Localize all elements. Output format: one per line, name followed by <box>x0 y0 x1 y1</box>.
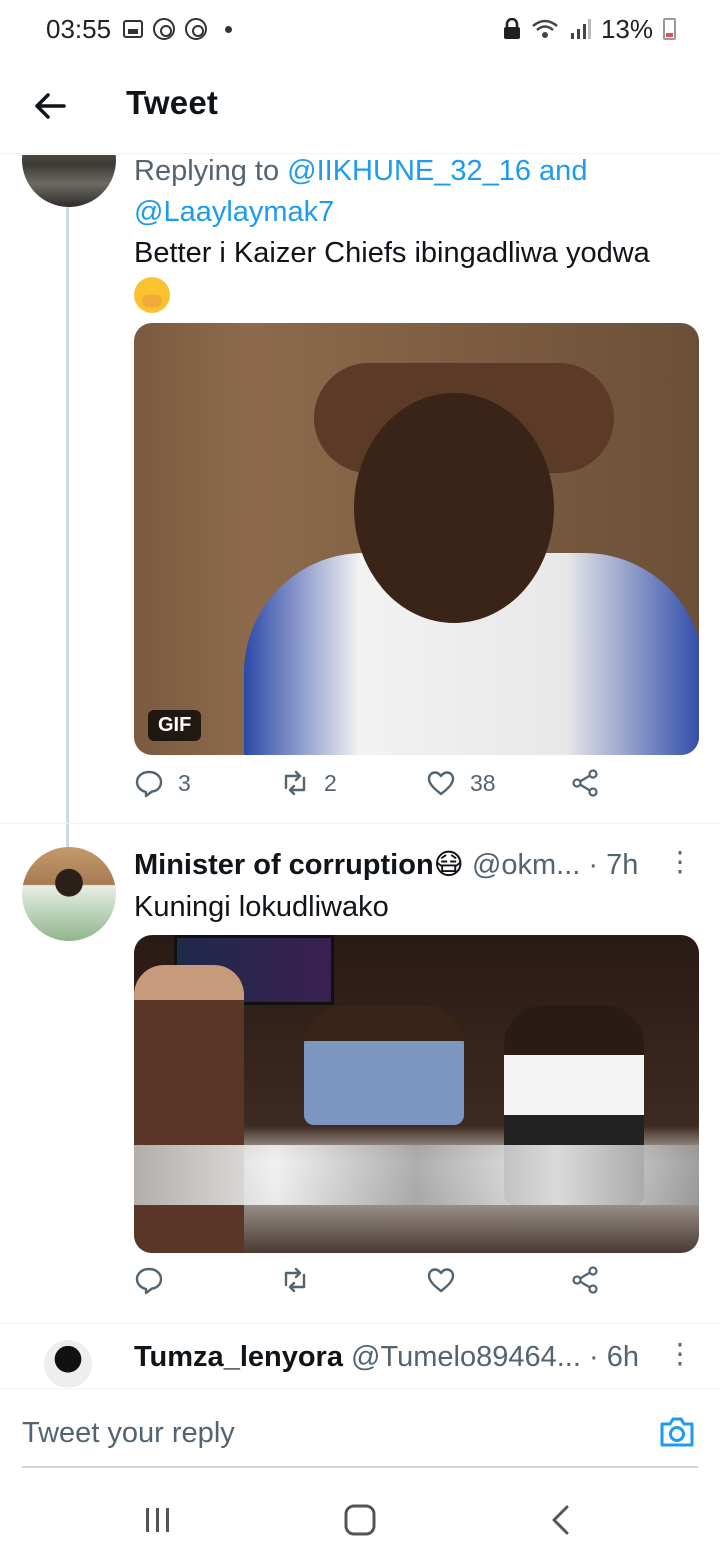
page-title: Tweet <box>126 84 219 121</box>
reply-button[interactable]: 3 <box>134 768 191 798</box>
image-detail <box>134 1145 699 1205</box>
tweet-image[interactable] <box>134 935 699 1253</box>
like-button[interactable] <box>426 1265 470 1295</box>
tweet-actions: 3 2 38 <box>134 768 604 812</box>
reply-input[interactable]: Tweet your reply <box>22 1417 235 1450</box>
avatar[interactable] <box>44 1340 92 1387</box>
system-navigation-bar <box>0 1480 720 1560</box>
divider <box>0 823 720 824</box>
reply-composer[interactable]: Tweet your reply <box>0 1388 720 1468</box>
retweet-icon <box>284 770 306 796</box>
tweet-time: · 7h <box>588 849 639 881</box>
retweet-count: 2 <box>324 769 337 796</box>
tweet-thread[interactable]: Replying to @IIKHUNE_32_16 and @Laaylaym… <box>0 155 720 1387</box>
gif-image-detail <box>354 393 554 623</box>
share-button[interactable] <box>570 768 600 798</box>
divider <box>0 1323 720 1324</box>
tweet-text: Better i Kaizer Chiefs ibingadliwa yodwa <box>134 237 650 269</box>
reply-icon <box>135 770 163 798</box>
reply-icon <box>135 1267 163 1295</box>
chrome-icon <box>185 18 208 40</box>
top-app-bar: Tweet <box>0 58 720 154</box>
reply-count: 3 <box>178 769 191 796</box>
wifi-icon <box>532 19 558 38</box>
status-bar: 03:55 13% <box>0 0 720 58</box>
user-handle[interactable]: @okm... <box>472 849 580 881</box>
share-icon <box>572 769 598 797</box>
battery-text: 13% <box>600 13 653 44</box>
home-icon[interactable] <box>340 1500 380 1540</box>
reply-and-link[interactable]: and <box>531 155 587 187</box>
recent-apps-icon[interactable] <box>138 1500 178 1540</box>
display-name[interactable]: Tumza_lenyora <box>134 1341 343 1373</box>
battery-icon <box>663 18 676 40</box>
status-time: 03:55 <box>46 13 112 44</box>
replying-to: Replying to @IIKHUNE_32_16 and @Laaylaym… <box>134 155 694 233</box>
status-left-icons <box>123 18 233 40</box>
heart-icon <box>427 1268 455 1293</box>
more-options-icon[interactable]: ⋮ <box>666 1337 694 1370</box>
nav-back-icon[interactable] <box>542 1500 582 1540</box>
share-button[interactable] <box>570 1265 600 1295</box>
signal-icon <box>570 19 591 39</box>
thread-connector-line <box>66 207 69 897</box>
image-detail <box>304 1005 464 1125</box>
replying-to-label: Replying to <box>134 155 288 187</box>
share-icon <box>572 1266 598 1294</box>
retweet-button[interactable] <box>280 1265 324 1295</box>
face-with-hand-over-mouth-icon <box>134 277 170 313</box>
tweet-time: · 6h <box>589 1341 639 1373</box>
reply-button[interactable] <box>134 1265 178 1295</box>
retweet-icon <box>284 1267 306 1293</box>
camera-icon[interactable] <box>658 1415 696 1449</box>
avatar[interactable] <box>22 847 116 941</box>
lock-icon <box>503 18 520 39</box>
heart-icon <box>427 771 455 796</box>
tweet-text: Kuningi lokudliwako <box>134 891 389 923</box>
gif-badge: GIF <box>148 710 202 741</box>
avatar[interactable] <box>22 155 116 207</box>
reply-mention-link[interactable]: @Laaylaymak7 <box>134 196 334 228</box>
dot-icon <box>225 25 233 33</box>
display-name[interactable]: Minister of corruption😷 <box>134 849 464 881</box>
chrome-icon <box>153 18 176 40</box>
like-count: 38 <box>470 769 496 796</box>
reply-mention-link[interactable]: @IIKHUNE_32_16 <box>287 155 531 187</box>
tweet-header: Minister of corruption😷 @okm... · 7h <box>134 845 638 885</box>
status-right-icons: 13% <box>503 0 676 58</box>
tweet-gif[interactable]: GIF <box>134 323 699 755</box>
more-options-icon[interactable]: ⋮ <box>666 845 694 878</box>
image-detail <box>134 965 244 1253</box>
like-button[interactable]: 38 <box>426 768 496 798</box>
tweet-actions <box>134 1265 604 1309</box>
composer-underline <box>22 1466 698 1468</box>
gallery-icon <box>123 20 144 38</box>
user-handle[interactable]: @Tumelo89464... <box>351 1341 581 1373</box>
back-arrow-icon[interactable] <box>30 86 70 126</box>
retweet-button[interactable]: 2 <box>280 768 337 798</box>
tweet-header: Tumza_lenyora @Tumelo89464... · 6h <box>134 1337 639 1377</box>
